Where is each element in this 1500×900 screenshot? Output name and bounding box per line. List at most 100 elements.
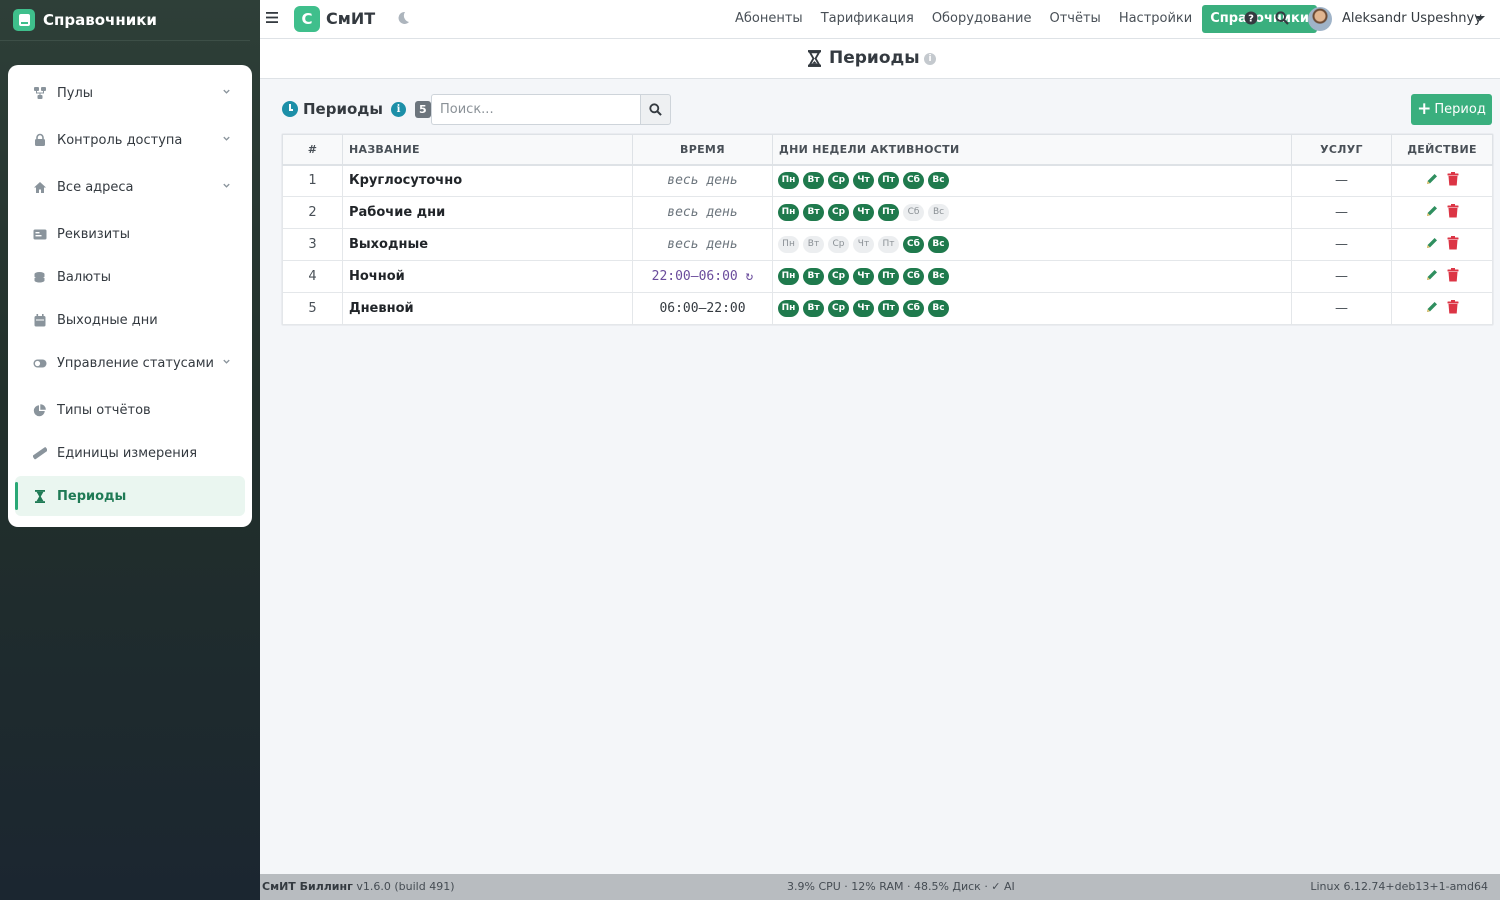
nav-equipment[interactable]: Оборудование <box>923 5 1041 33</box>
user-name[interactable]: Aleksandr Uspeshnyy <box>1342 11 1482 26</box>
sidebar-item-status-management[interactable]: Управление статусами <box>15 343 245 383</box>
sidebar-item-requisites[interactable]: Реквизиты <box>15 214 245 254</box>
avatar[interactable] <box>1308 7 1332 31</box>
cell-services: — <box>1291 292 1392 325</box>
day-badge: Ср <box>828 236 849 253</box>
nav-reports[interactable]: Отчёты <box>1040 5 1109 33</box>
delete-icon[interactable] <box>1447 203 1459 222</box>
edit-icon[interactable] <box>1425 172 1439 190</box>
id-card-icon <box>32 227 47 242</box>
moon-icon[interactable] <box>397 11 410 25</box>
day-badge: Ср <box>828 172 849 190</box>
cell-days: Пн Вт Ср Чт Пт Сб Вс <box>772 196 1292 229</box>
nav-directories[interactable]: Справочники <box>1202 5 1317 33</box>
day-badge: Ср <box>828 268 849 285</box>
delete-icon[interactable] <box>1447 171 1459 190</box>
sidebar-item-addresses[interactable]: Все адреса <box>15 167 245 207</box>
delete-icon[interactable] <box>1447 235 1459 254</box>
sidebar-item-label: Реквизиты <box>57 226 130 242</box>
table-row[interactable]: 1 Круглосуточно весь день Пн Вт Ср Чт Пт Сб Вс — <box>282 164 1493 197</box>
nav-subscribers[interactable]: Абоненты <box>726 5 812 33</box>
search-icon[interactable] <box>1275 11 1289 25</box>
day-badge: Пн <box>778 268 799 285</box>
cell-actions <box>1391 292 1493 325</box>
day-badge: Сб <box>903 236 924 253</box>
nav-tariffs[interactable]: Тарификация <box>812 5 923 33</box>
sidebar-item-report-types[interactable]: Типы отчётов <box>15 390 245 430</box>
day-badge: Чт <box>853 300 874 317</box>
cell-name: Круглосуточно <box>342 164 633 197</box>
day-badge: Сб <box>903 268 924 285</box>
column-header-action[interactable]: Действие <box>1391 134 1493 166</box>
coins-icon <box>32 270 47 285</box>
column-header-days[interactable]: Дни недели активности <box>772 134 1292 166</box>
day-badge: Пн <box>778 172 799 190</box>
column-header-num[interactable]: # <box>282 134 343 166</box>
info-icon[interactable]: i <box>924 53 936 65</box>
caret-down-icon[interactable] <box>1475 16 1485 21</box>
footer: СмИТ Биллинг v1.6.0 (build 491) 3.9% CPU… <box>260 874 1500 900</box>
search-button[interactable] <box>640 94 671 125</box>
column-header-name[interactable]: Название <box>342 134 633 166</box>
delete-icon[interactable] <box>1447 299 1459 318</box>
cell-actions <box>1391 196 1493 229</box>
sidebar-item-holidays[interactable]: Выходные дни <box>15 300 245 340</box>
page-title: Периоды <box>808 48 920 68</box>
cell-time: весь день <box>632 196 773 229</box>
chevron-down-icon <box>223 183 230 188</box>
sidebar-item-label: Пулы <box>57 85 94 101</box>
app-logo-text[interactable]: СмИТ <box>326 9 375 28</box>
nav-settings[interactable]: Настройки <box>1110 5 1201 33</box>
add-period-button[interactable]: + Период <box>1411 94 1492 125</box>
cell-name: Выходные <box>342 228 633 261</box>
edit-icon[interactable] <box>1425 268 1439 286</box>
day-badge: Вт <box>803 236 824 253</box>
day-badge: Вт <box>803 204 824 221</box>
topbar: С СмИТ Абоненты Тарификация Оборудование… <box>260 0 1500 39</box>
book-icon <box>13 9 35 31</box>
search-input[interactable] <box>431 94 640 125</box>
table-row[interactable]: 4 Ночной 22:00–06:00 ↻ Пн Вт Ср Чт Пт Сб Вс — <box>282 260 1493 293</box>
calendar-icon <box>32 313 47 328</box>
day-badge: Пт <box>878 172 899 190</box>
cell-days: Пн Вт Ср Чт Пт Сб Вс <box>772 164 1292 197</box>
sidebar-item-periods[interactable]: Периоды <box>15 476 245 516</box>
edit-icon[interactable] <box>1425 236 1439 254</box>
sidebar-item-access-control[interactable]: Контроль доступа <box>15 120 245 160</box>
sidebar-item-label: Валюты <box>57 269 111 285</box>
sidebar-item-units[interactable]: Единицы измерения <box>15 433 245 473</box>
sidebar: Справочники Пулы Контроль доступа Все ад… <box>0 0 260 900</box>
table-row[interactable]: 2 Рабочие дни весь день Пн Вт Ср Чт Пт Сб Вс — <box>282 196 1493 229</box>
day-badge: Чт <box>853 236 874 253</box>
table-row[interactable]: 3 Выходные весь день Пн Вт Ср Чт Пт Сб Вс — <box>282 228 1493 261</box>
info-icon[interactable]: i <box>390 101 406 117</box>
cell-name: Рабочие дни <box>342 196 633 229</box>
app-logo[interactable]: С <box>294 6 320 32</box>
day-badge: Пн <box>778 300 799 317</box>
cell-name: Ночной <box>342 260 633 293</box>
cell-services: — <box>1291 260 1392 293</box>
day-badge: Ср <box>828 204 849 221</box>
svg-text:?: ? <box>1248 14 1254 25</box>
sidebar-item-label: Типы отчётов <box>57 402 151 418</box>
sidebar-item-pools[interactable]: Пулы <box>15 73 245 113</box>
column-header-services[interactable]: Услуг <box>1291 134 1392 166</box>
column-header-time[interactable]: Время <box>632 134 773 166</box>
ruler-icon <box>32 446 47 461</box>
help-icon[interactable]: ? <box>1244 11 1258 25</box>
table-row[interactable]: 5 Дневной 06:00–22:00 Пн Вт Ср Чт Пт Сб Вс — <box>282 292 1493 325</box>
cell-services: — <box>1291 164 1392 197</box>
cell-days: Пн Вт Ср Чт Пт Сб Вс <box>772 228 1292 261</box>
menu-toggle-icon[interactable] <box>266 12 278 23</box>
day-badge: Сб <box>903 204 924 221</box>
edit-icon[interactable] <box>1425 204 1439 222</box>
day-badge: Пт <box>878 300 899 317</box>
sidebar-brand[interactable]: Справочники <box>0 0 250 41</box>
sidebar-item-label: Контроль доступа <box>57 132 183 148</box>
day-badge: Вс <box>928 300 949 317</box>
sidebar-item-currencies[interactable]: Валюты <box>15 257 245 297</box>
card-title-text: Периоды <box>303 100 383 118</box>
cell-actions <box>1391 228 1493 261</box>
delete-icon[interactable] <box>1447 267 1459 286</box>
edit-icon[interactable] <box>1425 300 1439 318</box>
